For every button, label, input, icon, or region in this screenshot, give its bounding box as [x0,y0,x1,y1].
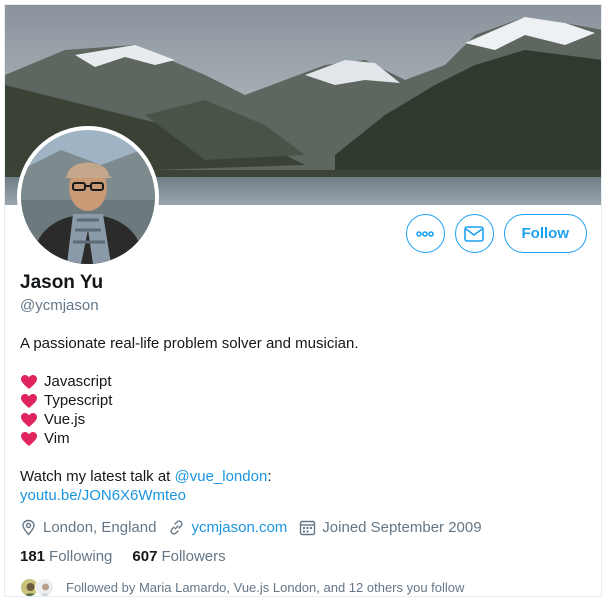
bio-love-label: Vim [44,430,70,447]
link-icon [170,519,184,535]
bio-love-item: Vim [20,429,590,448]
followers-label: Followers [161,548,226,565]
bio-love-label: Typescript [44,392,113,409]
avatar-photo [21,130,155,264]
talk-url-link[interactable]: youtu.be/JON6X6Wmteo [20,486,590,505]
bio-love-item: Vue.js [20,410,590,429]
heart-icon [21,393,37,408]
calendar-icon [300,520,316,535]
website: ycmjason.com [168,519,287,536]
profile-name: Jason Yu [20,272,104,293]
more-horizontal-icon [416,230,434,237]
joined-text: Joined September 2009 [322,518,482,536]
profile-bio: A passionate real-life problem solver an… [20,334,590,505]
bio-love-label: Javascript [44,373,112,390]
followed-by[interactable]: Followed by Maria Lamardo, Vue.js London… [20,577,590,596]
profile-stats: 181 Following 607 Followers [20,547,590,567]
more-button[interactable] [405,214,445,253]
bio-tagline: A passionate real-life problem solver an… [20,335,359,352]
bio-love-item: Javascript [20,372,590,391]
profile-info: Jason Yu @ycmjason A passionate real-lif… [20,271,590,596]
bio-love-label: Vue.js [44,411,86,428]
follow-button[interactable]: Follow [503,214,587,253]
website-link[interactable]: ycmjason.com [191,519,287,536]
followed-by-text: Followed by Maria Lamardo, Vue.js London… [66,579,465,595]
mention-link[interactable]: @vue_london [175,468,268,485]
following-label: Following [49,548,113,565]
profile-meta: London, England ycmjason.com Joined Sept… [20,517,590,537]
heart-icon [21,412,37,427]
following-count: 181 [20,548,46,565]
follower-avatar-image [36,578,53,596]
profile-handle: @ycmjason [20,297,99,314]
location-pin-icon [22,519,35,536]
bio-love-item: Typescript [20,391,590,410]
profile-card: Follow Jason Yu @ycmjason A passionate r… [4,4,602,597]
message-button[interactable] [454,214,494,253]
envelope-icon [464,225,484,242]
followers-count: 607 [132,548,158,565]
follower-avatar [35,577,54,596]
following-stat[interactable]: 181 Following [20,547,112,567]
location-text: London, England [43,518,157,536]
heart-icon [21,431,37,446]
bio-talk-prefix: Watch my latest talk at [20,468,175,485]
joined-date: Joined September 2009 [299,518,482,536]
heart-icon [21,374,37,389]
profile-avatar[interactable] [17,126,159,268]
bio-talk-suffix: : [267,468,272,485]
location: London, England [20,519,156,536]
profile-actions: Follow [405,214,587,253]
followed-by-avatars [20,577,54,596]
followers-stat[interactable]: 607 Followers [132,547,225,567]
bio-talk-line: Watch my latest talk at @vue_london: [20,467,590,486]
